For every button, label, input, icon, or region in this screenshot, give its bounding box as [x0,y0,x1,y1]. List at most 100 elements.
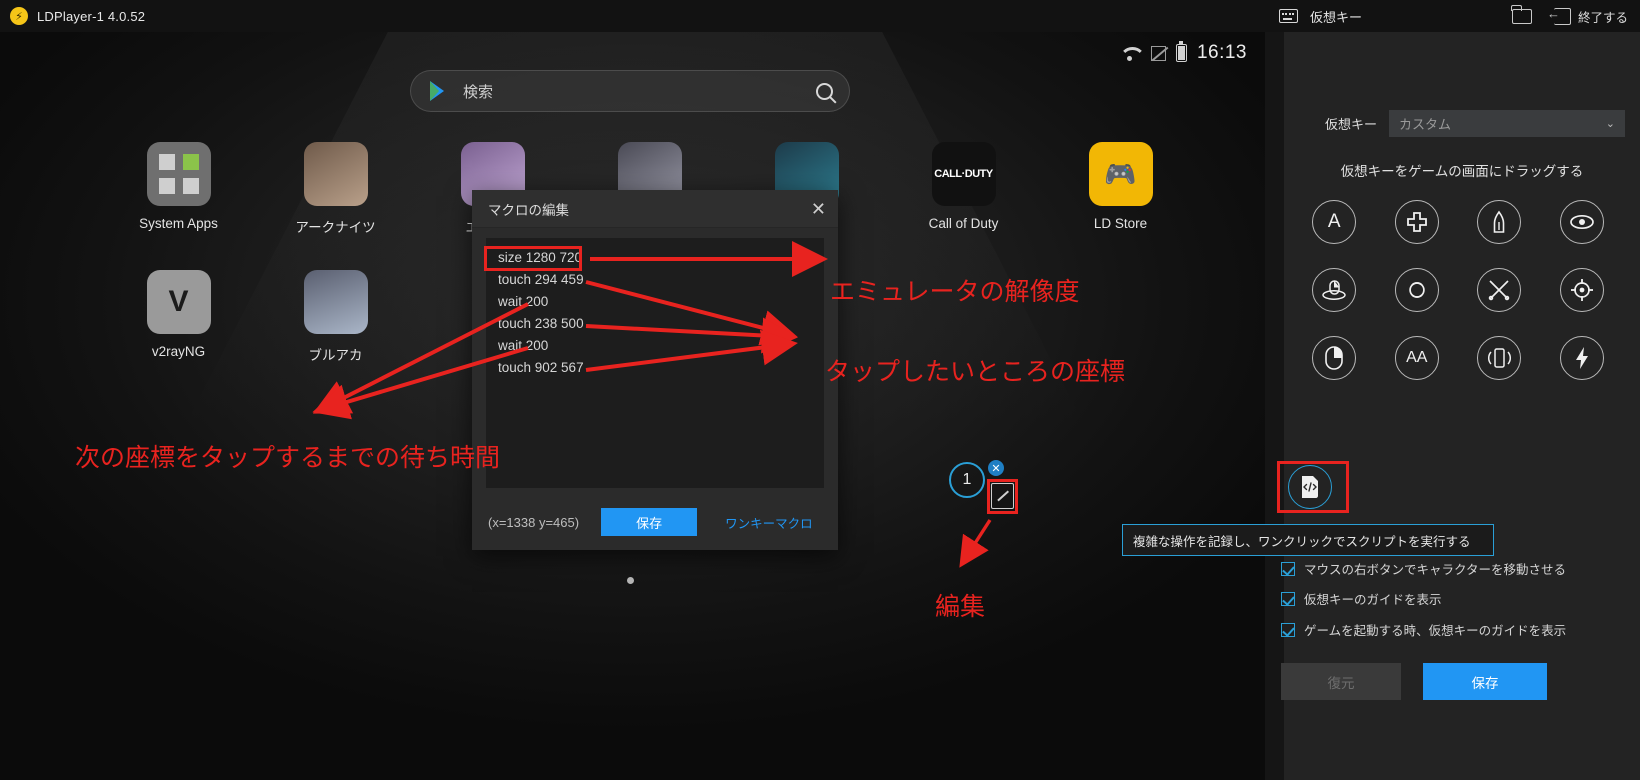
panel-save-button[interactable]: 保存 [1423,663,1547,700]
title-bar: LDPlayer-1 4.0.52 [0,0,1265,32]
ld-store-icon: 🎮 [1088,142,1153,206]
key-a-icon[interactable]: A [1312,200,1357,244]
dialog-footer: (x=1338 y=465) 保存 ワンキーマクロ [472,494,838,550]
battery-icon [1175,41,1187,62]
arknights-icon [303,142,368,206]
home-page-indicator [627,577,634,584]
annotation-edit: 編集 [935,592,986,621]
ldplayer-window: LDPlayer-1 4.0.52 仮想キー 終了する 16:13 検索 [0,0,1640,780]
wifi-icon [1119,46,1141,61]
dialog-body: size 1280 720 touch 294 459 wait 200 tou… [472,228,838,488]
script-line: touch 238 500 [498,316,584,331]
mouse-icon[interactable] [1312,336,1357,380]
checkbox-label: マウスの右ボタンでキャラクターを移動させる [1304,563,1567,577]
crosshair-aim-icon[interactable] [1559,268,1604,312]
checkbox-icon[interactable] [1281,622,1295,637]
app-label: ブルアカ [308,348,363,363]
dialog-save-button[interactable]: 保存 [601,508,698,536]
annotation-coordinates: タップしたいところの座標 [825,357,1126,386]
macro-key-number: 1 [962,471,972,488]
app-label: アークナイツ [295,220,376,235]
app-system-apps[interactable]: System Apps [100,142,257,236]
edit-pencil-icon[interactable] [991,483,1014,509]
status-clock: 16:13 [1196,42,1247,63]
macro-key-marker[interactable]: 1 [949,462,985,498]
one-key-macro-link[interactable]: ワンキーマクロ [725,513,813,532]
cod-glyph: CALL·DUTY [934,168,993,180]
drag-hint-text: 仮想キーをゲームの画面にドラッグする [1340,164,1584,179]
virtual-key-dropdown[interactable]: カスタム ⌄ [1389,110,1625,137]
chevron-down-icon: ⌄ [1605,118,1615,130]
v2ray-glyph: V [168,285,189,318]
app-arknights[interactable]: アークナイツ [257,142,414,236]
bullet-icon[interactable] [1477,200,1522,244]
cursor-coordinates: (x=1338 y=465) [488,514,580,530]
checkbox-show-guide-on-launch[interactable]: ゲームを起動する時、仮想キーのガイドを表示 [1281,620,1566,639]
annotation-wait-time: 次の座標をタップするまでの待ち時間 [75,443,501,472]
panel-title: 仮想キー [1310,9,1363,25]
checkbox-label: ゲームを起動する時、仮想キーのガイドを表示 [1304,624,1567,638]
ldstore-glyph: 🎮 [1104,158,1137,189]
script-line: touch 902 567 [498,360,584,375]
google-search-bar[interactable]: 検索 [410,70,850,112]
dialog-header: マクロの編集 ✕ [472,190,838,228]
app-label: Call of Duty [928,216,999,231]
virtual-key-selector-row: 仮想キー カスタム ⌄ [1325,110,1625,137]
app-ld-store[interactable]: 🎮 LD Store [1042,142,1199,236]
folder-icon[interactable] [1511,4,1532,24]
lightning-icon[interactable] [1559,336,1604,380]
keyboard-icon [1279,9,1298,23]
exit-button[interactable]: 終了する [1547,6,1628,26]
virtual-key-label: 仮想キー [1325,117,1378,132]
script-line: wait 200 [498,338,549,353]
text-aa-icon[interactable]: AA [1394,336,1439,380]
macro-script-editor[interactable]: size 1280 720 touch 294 459 wait 200 tou… [486,238,824,488]
script-macro-tooltip: 複雑な操作を記録し、ワンクリックでスクリプトを実行する [1122,524,1494,556]
blue-archive-icon [303,270,368,334]
script-macro-icon[interactable] [1288,465,1332,509]
app-blue-archive[interactable]: ブルアカ [257,270,414,364]
annotation-resolution: エミュレータの解像度 [830,277,1080,306]
search-icon[interactable] [816,82,833,100]
virtual-key-panel-header: 仮想キー 終了する [1265,0,1640,32]
script-line: touch 294 459 [498,272,584,287]
app-v2rayng[interactable]: V v2rayNG [100,270,257,364]
ldplayer-logo-icon [10,7,28,25]
rotate-arrows-icon[interactable] [1394,268,1439,312]
dialog-title: マクロの編集 [488,202,569,218]
script-line: size 1280 720 [498,250,583,265]
google-play-icon [427,80,447,102]
app-title: LDPlayer-1 4.0.52 [37,8,146,24]
virtual-key-icon-grid: A AA [1293,200,1623,380]
app-call-of-duty[interactable]: CALL·DUTY Call of Duty [885,142,1042,236]
app-label: v2rayNG [151,344,206,359]
macro-edit-dialog: マクロの編集 ✕ size 1280 720 touch 294 459 wai… [472,190,838,550]
virtual-key-selected-value: カスタム [1399,117,1452,132]
app-label: LD Store [1093,216,1148,231]
checkbox-label: 仮想キーのガイドを表示 [1304,593,1442,607]
call-of-duty-icon: CALL·DUTY [931,142,996,206]
restore-button[interactable]: 復元 [1281,663,1401,700]
android-status-bar: 16:13 [1119,41,1247,64]
v2rayng-icon: V [146,270,211,334]
script-macro-button-wrap [1288,465,1332,509]
checkbox-show-guide[interactable]: 仮想キーのガイドを表示 [1281,589,1442,608]
phone-shake-icon[interactable] [1477,336,1522,380]
close-badge-icon[interactable]: ✕ [988,460,1004,476]
panel-footer-buttons: 復元 保存 [1281,663,1547,700]
system-apps-icon [146,142,211,206]
app-label: System Apps [139,216,218,231]
exit-arrow-icon [1547,6,1571,25]
cross-heal-icon[interactable] [1394,200,1439,244]
script-line: wait 200 [498,294,549,309]
checkbox-icon[interactable] [1281,591,1295,606]
mouse-rotate-icon[interactable] [1312,268,1357,312]
search-placeholder: 検索 [463,83,494,101]
virtual-key-panel: 仮想キー カスタム ⌄ 仮想キーをゲームの画面にドラッグする A AA 復元 保… [1265,32,1640,780]
close-icon[interactable]: ✕ [811,200,826,218]
crossed-swords-icon[interactable] [1477,268,1522,312]
eye-view-icon[interactable] [1559,200,1604,244]
checkbox-icon[interactable] [1281,561,1295,576]
checkbox-right-mouse-move[interactable]: マウスの右ボタンでキャラクターを移動させる [1281,559,1566,578]
emulator-screen[interactable]: 16:13 検索 System Apps アークナイツ エピック [0,32,1265,780]
